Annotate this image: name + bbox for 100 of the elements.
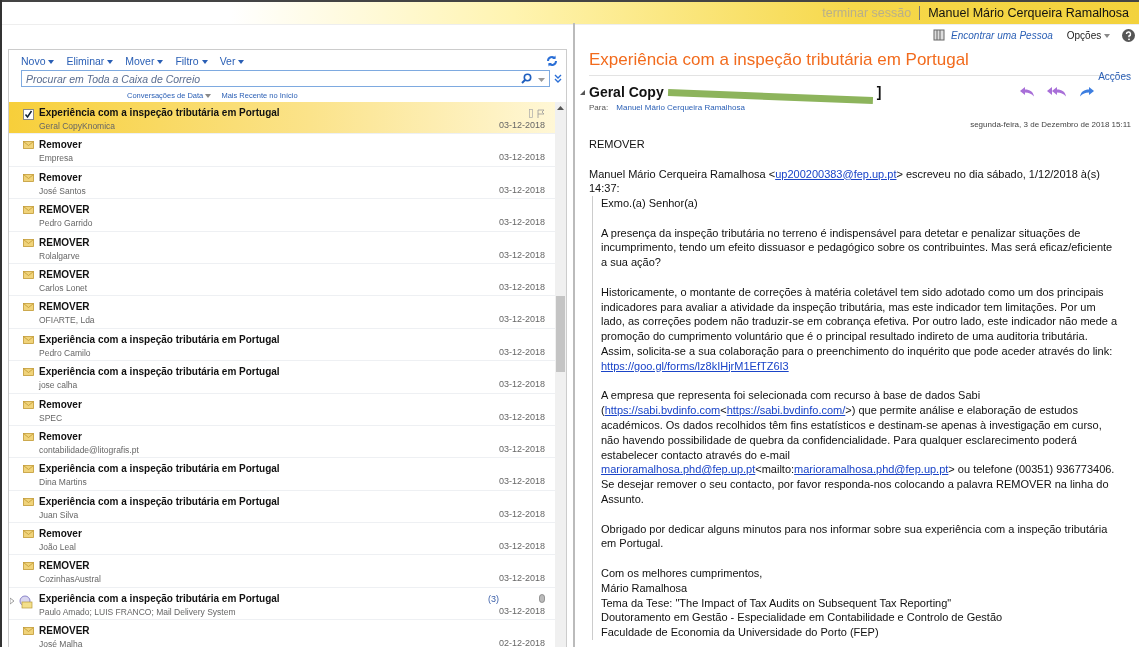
toolbar-menu[interactable]: Filtro [175, 55, 208, 67]
message-subject: REMOVER [39, 560, 91, 572]
expand-icon[interactable] [554, 73, 562, 84]
message-subject: REMOVER [39, 236, 91, 248]
message-date: 03-12-2018 [498, 249, 545, 260]
message-title: Experiência com a inspeção tributária em Portugal [589, 50, 969, 70]
body-link[interactable]: https://sabi.bvdinfo.com/ [726, 404, 846, 417]
caret-icon[interactable] [1104, 33, 1110, 38]
message-subject: Remover [39, 528, 83, 540]
recipient-link[interactable]: Manuel Mário Cerqueira Ramalhosa [616, 103, 745, 112]
message-item[interactable]: Remover contabilidade@litografis.pt 03-12-2018 [9, 425, 555, 459]
caret-icon[interactable] [48, 60, 55, 65]
signature-line: Faculdade de Economia da Universidade do Porto (FEP) [601, 625, 880, 640]
envelope-icon [23, 497, 34, 506]
message-date: 03-12-2018 [498, 346, 545, 357]
address-book-icon[interactable] [933, 29, 946, 41]
message-item[interactable]: Experiência com a inspeção tributária em Portugal Dina Martins 03-12-2018 [9, 458, 555, 491]
message-count: (3) [488, 593, 499, 604]
search-field[interactable]: Procurar em Toda a Caixa de Correio [21, 70, 550, 87]
actions-menu[interactable]: Acções [1098, 71, 1131, 82]
caret-icon[interactable] [157, 60, 164, 65]
message-subject: Remover [39, 430, 83, 442]
body-link[interactable]: marioramalhosa.phd@fep.up.pt [601, 463, 756, 476]
find-person-link[interactable]: Encontrar uma Pessoa [951, 29, 1053, 41]
body-paragraph: A presença da inspeção tributária no terreno é indispensável para detetar e penalizar situações de incumprimento, tendo um efeito dissuasor e pedagógico sobre os contribuintes. Mas será eficaz/eficiente a sua ação? [601, 225, 1114, 270]
toolbar-menu[interactable]: Novo [21, 55, 55, 67]
message-item[interactable]: Remover SPEC 03-12-2018 [9, 393, 555, 426]
scroll-thumb[interactable] [556, 296, 565, 372]
body-link[interactable]: https://goo.gl/forms/lz8kIHjrM1EfTZ6I3 [601, 359, 789, 372]
attachment-icon [539, 594, 545, 604]
message-subject: Remover [39, 171, 83, 183]
body-paragraph: Obrigado por dedicar alguns minutos para nos informar sobre sua experiência com a inspeção tributária em Portugal. [601, 521, 1109, 552]
message-item[interactable]: Remover José Santos 03-12-2018 [9, 166, 555, 200]
message-sender: Empresa [39, 153, 74, 164]
message-item[interactable]: REMOVER CozinhasAustral 03-12-2018 [9, 555, 555, 588]
message-item[interactable]: REMOVER Pedro Garrido 03-12-2018 [9, 199, 555, 232]
message-sender: Pedro Garrido [39, 218, 94, 229]
toolbar-menu[interactable]: Mover [125, 55, 164, 67]
message-item[interactable]: Experiência com a inspeção tributária em Portugal Paulo Amado; LUIS FRANCO; Mail Delivery System (3) 03-12-2018 [9, 587, 555, 621]
message-item[interactable]: Experiência com a inspeção tributária em Portugal Geral CopyKnomica 03-12-2018 [9, 102, 555, 135]
message-date: 02-12-2018 [498, 638, 545, 647]
conversation-icon[interactable] [10, 594, 34, 609]
message-date: 03-12-2018 [498, 379, 545, 390]
message-sender: Pedro Camilo [39, 347, 92, 358]
message-sender: jose calha [39, 380, 79, 391]
message-sender: Rolalgarve [39, 250, 81, 261]
scroll-up-icon[interactable] [557, 106, 564, 110]
message-sender: José Santos [39, 185, 87, 196]
scrollbar[interactable] [555, 102, 566, 647]
forward-icon[interactable] [1079, 86, 1095, 98]
envelope-icon [23, 432, 34, 441]
message-item[interactable]: Remover João Leal 03-12-2018 [9, 523, 555, 556]
signature-line: Tema da Tese: "The Impact of Tax Audits on Subsequent Tax Reporting" [601, 595, 953, 611]
message-sender: Juan Silva [39, 509, 80, 520]
to-label: Para: [589, 103, 609, 112]
message-sender: José Malha [39, 639, 84, 647]
message-item[interactable]: Experiência com a inspeção tributária em Portugal Juan Silva 03-12-2018 [9, 490, 555, 524]
envelope-icon [23, 400, 34, 409]
search-icon[interactable] [521, 73, 532, 84]
caret-icon[interactable] [238, 60, 245, 65]
message-subject: REMOVER [39, 204, 91, 216]
message-item[interactable]: REMOVER OFIARTE, Lda 03-12-2018 [9, 296, 555, 329]
message-date: 03-12-2018 [498, 443, 545, 454]
help-icon[interactable] [1122, 28, 1135, 42]
collapse-icon[interactable] [580, 89, 585, 95]
user-name[interactable]: Manuel Mário Cerqueira Ramalhosa [920, 6, 1139, 20]
body-link[interactable]: marioramalhosa.phd@fep.up.pt [794, 463, 949, 476]
signature-line: Com os melhores cumprimentos, [601, 565, 764, 581]
envelope-icon [23, 335, 34, 344]
envelope-icon [23, 465, 34, 474]
message-date: 03-12-2018 [498, 184, 545, 195]
message-sender: Geral CopyKnomica [39, 121, 117, 131]
toolbar-menu[interactable]: Ver [219, 55, 245, 67]
message-date: 03-12-2018 [498, 314, 545, 325]
body-link[interactable]: https://sabi.bvdinfo.com [604, 404, 721, 417]
message-subject: Remover [39, 139, 83, 151]
message-sender: Carlos Lonet [39, 282, 89, 293]
body-paragraph: REMOVER [589, 137, 646, 152]
envelope-icon [23, 530, 34, 539]
signature-line: Doutoramento em Gestão - Especialidade em Contabilidade e Controlo de Gestão [601, 610, 1004, 626]
options-menu[interactable]: Opções [1066, 29, 1110, 41]
email-link[interactable]: up200200383@fep.up.pt [775, 167, 897, 180]
reply-all-icon[interactable] [1047, 86, 1067, 98]
reply-icon[interactable] [1019, 86, 1035, 98]
caret-icon[interactable] [205, 94, 212, 98]
message-item[interactable]: REMOVER Carlos Lonet 03-12-2018 [9, 263, 555, 297]
body-paragraph: Manuel Mário Cerqueira Ramalhosa <up200200383@fep.up.pt> escreveu no dia sábado, 1/12/2018 à(s) 14:37: [589, 166, 1101, 197]
message-item[interactable]: REMOVER Rolalgarve 03-12-2018 [9, 231, 555, 264]
message-item[interactable]: Experiência com a inspeção tributária em Portugal Pedro Camilo 03-12-2018 [9, 328, 555, 362]
message-item[interactable]: Remover Empresa 03-12-2018 [9, 134, 555, 167]
caret-icon[interactable] [107, 60, 114, 65]
toolbar-menu[interactable]: Eliminar [66, 55, 114, 67]
caret-icon[interactable] [201, 60, 208, 65]
message-subject: Experiência com a inspeção tributária em Portugal [39, 333, 281, 345]
message-date: 03-12-2018 [498, 120, 545, 130]
refresh-icon[interactable] [546, 55, 558, 67]
message-item[interactable]: Experiência com a inspeção tributária em Portugal jose calha 03-12-2018 [9, 361, 555, 394]
dropdown-icon[interactable] [538, 77, 545, 82]
sender-name-end: ] [876, 84, 882, 100]
checkbox-icon[interactable] [23, 109, 34, 120]
